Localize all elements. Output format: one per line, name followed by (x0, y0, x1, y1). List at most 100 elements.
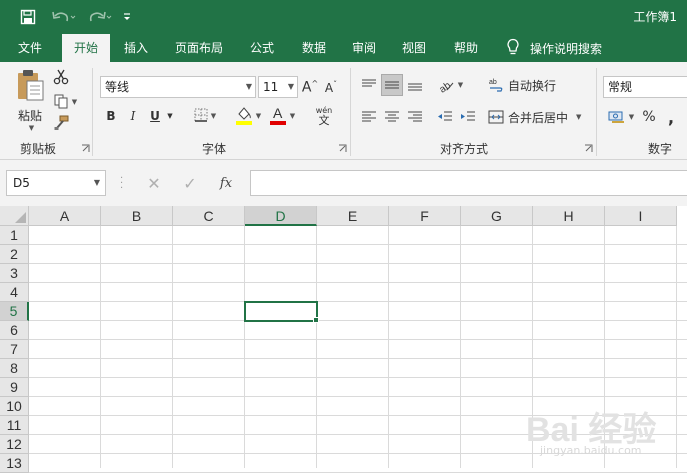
accounting-format-button[interactable]: ▼ (604, 106, 638, 128)
copy-dropdown-icon: ▼ (71, 98, 78, 106)
row-header-11[interactable]: 11 (0, 416, 29, 435)
column-header-g[interactable]: G (461, 206, 533, 226)
column-header-f[interactable]: F (389, 206, 461, 226)
name-box[interactable]: D5 ▼ (6, 170, 106, 196)
title-bar: 工作簿1 (0, 0, 687, 34)
phonetic-guide-button[interactable]: wén 文 (308, 104, 340, 128)
underline-button[interactable]: U (146, 106, 164, 126)
customize-qat-icon[interactable] (120, 7, 134, 27)
chevron-down-icon: ▼ (255, 112, 262, 120)
comma-style-button[interactable]: , (662, 106, 680, 128)
align-center-icon (385, 111, 399, 122)
increase-indent-button[interactable] (457, 106, 479, 128)
formula-bar: D5 ▼ · · · ✕ ✓ fx (0, 160, 687, 206)
font-name-combo[interactable]: 等线 ▼ (100, 76, 256, 98)
tab-view[interactable]: 视图 (392, 34, 436, 62)
font-launcher-icon[interactable] (338, 144, 347, 153)
borders-button[interactable]: ▼ (190, 106, 220, 126)
cut-button[interactable] (50, 68, 72, 88)
row-header-7[interactable]: 7 (0, 340, 29, 359)
row-header-1[interactable]: 1 (0, 226, 29, 245)
save-icon[interactable] (18, 7, 38, 27)
row-header-13[interactable]: 13 (0, 454, 29, 473)
select-all-button[interactable] (0, 206, 29, 226)
number-format-value: 常规 (608, 80, 633, 94)
align-left-button[interactable] (358, 106, 380, 128)
align-top-button[interactable] (358, 74, 380, 96)
decrease-font-size-button[interactable]: Aˇ (322, 77, 340, 97)
number-format-combo[interactable]: 常规 (603, 76, 687, 98)
fill-color-button[interactable]: ▼ (232, 104, 264, 128)
chevron-down-icon: ▼ (628, 113, 635, 121)
align-middle-button[interactable] (381, 74, 403, 96)
align-right-button[interactable] (404, 106, 426, 128)
row-header-3[interactable]: 3 (0, 264, 29, 283)
undo-icon[interactable] (48, 7, 78, 27)
scissors-icon (53, 69, 69, 88)
tab-home[interactable]: 开始 (62, 34, 110, 62)
formula-buttons: ✕ ✓ fx (136, 170, 248, 196)
copy-button[interactable]: ▼ (50, 92, 80, 112)
tab-formulas[interactable]: 公式 (240, 34, 284, 62)
tab-help[interactable]: 帮助 (444, 34, 488, 62)
merge-center-button[interactable]: 合并后居中 ▼ (488, 106, 586, 128)
fill-handle[interactable] (313, 317, 319, 323)
watermark-url: jingyan.baidu.com (540, 444, 642, 457)
increase-font-size-button[interactable]: A^ (301, 77, 319, 97)
formula-input[interactable] (250, 170, 687, 196)
font-size-combo[interactable]: 11 ▼ (258, 76, 298, 98)
row-gridline (29, 263, 687, 264)
column-header-c[interactable]: C (173, 206, 245, 226)
row-gridline (29, 282, 687, 283)
row-header-4[interactable]: 4 (0, 283, 29, 302)
column-header-h[interactable]: H (533, 206, 605, 226)
row-header-6[interactable]: 6 (0, 321, 29, 340)
wrap-text-icon: ab (489, 79, 503, 92)
formula-bar-grip-icon: · · · (120, 173, 124, 194)
row-header-12[interactable]: 12 (0, 435, 29, 454)
italic-button[interactable]: I (124, 106, 142, 126)
cancel-icon[interactable]: ✕ (136, 174, 172, 193)
decrease-indent-button[interactable] (434, 106, 456, 128)
font-color-button[interactable]: A ▼ (266, 104, 298, 128)
row-header-10[interactable]: 10 (0, 397, 29, 416)
column-header-i[interactable]: I (605, 206, 677, 226)
orientation-button[interactable]: ab ▼ (434, 74, 466, 96)
tab-file[interactable]: 文件 (8, 34, 52, 62)
borders-icon (194, 108, 208, 125)
column-header-d[interactable]: D (245, 206, 317, 226)
column-header-a[interactable]: A (29, 206, 101, 226)
active-cell[interactable] (244, 301, 318, 322)
format-painter-button[interactable] (50, 114, 72, 134)
row-header-8[interactable]: 8 (0, 359, 29, 378)
fill-color-icon (235, 105, 253, 128)
font-size-value: 11 (263, 80, 279, 94)
align-center-button[interactable] (381, 106, 403, 128)
decrease-indent-icon (438, 111, 452, 121)
redo-icon[interactable] (84, 7, 114, 27)
underline-dropdown-icon[interactable]: ▼ (165, 106, 175, 126)
tab-review[interactable]: 审阅 (342, 34, 386, 62)
svg-text:ab: ab (489, 79, 497, 86)
bold-button[interactable]: B (102, 106, 120, 126)
column-header-b[interactable]: B (101, 206, 173, 226)
clipboard-launcher-icon[interactable] (81, 144, 90, 153)
clipboard-group-label: 剪贴板 (20, 142, 57, 156)
percent-style-button[interactable]: % (640, 106, 658, 128)
increase-font-icon: A^ (301, 78, 319, 96)
column-header-e[interactable]: E (317, 206, 389, 226)
font-group-label: 字体 (202, 142, 227, 156)
tab-page-layout[interactable]: 页面布局 (166, 34, 232, 62)
paste-button[interactable]: 粘贴 ▼ (12, 68, 48, 132)
wrap-text-button[interactable]: ab 自动换行 (488, 74, 564, 96)
tell-me-search[interactable]: 操作说明搜索 (506, 34, 602, 62)
row-header-5[interactable]: 5 (0, 302, 29, 321)
enter-icon[interactable]: ✓ (172, 174, 208, 193)
tab-data[interactable]: 数据 (292, 34, 336, 62)
row-header-2[interactable]: 2 (0, 245, 29, 264)
tab-insert[interactable]: 插入 (114, 34, 158, 62)
row-header-9[interactable]: 9 (0, 378, 29, 397)
align-bottom-button[interactable] (404, 74, 426, 96)
alignment-launcher-icon[interactable] (584, 144, 593, 153)
insert-function-icon[interactable]: fx (208, 176, 244, 191)
